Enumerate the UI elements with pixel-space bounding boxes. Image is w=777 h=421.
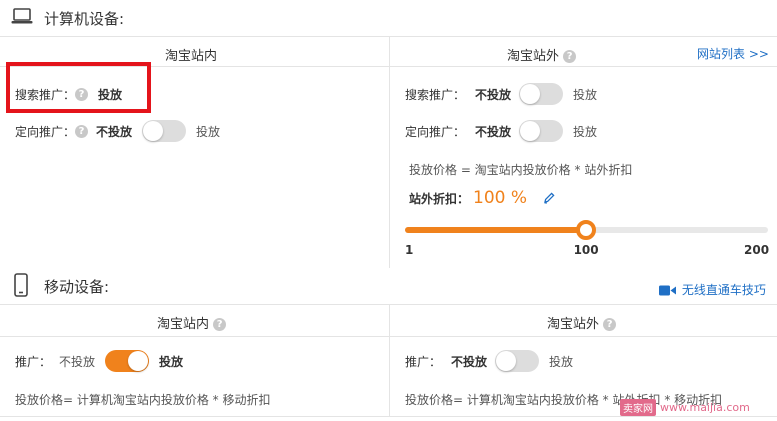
laptop-icon (11, 8, 33, 24)
site-list-link[interactable]: 网站列表 >> (697, 45, 769, 62)
help-icon[interactable]: ? (75, 124, 89, 138)
toggle-off-label: 不投放 (475, 87, 512, 102)
search-toggle[interactable] (519, 83, 564, 105)
help-icon[interactable]: ? (213, 318, 227, 331)
toggle-knob (128, 351, 149, 371)
toggle-on-label: 投放 (196, 124, 221, 139)
discount-slider-handle[interactable] (575, 220, 596, 240)
divider (0, 416, 777, 417)
promo-label: 推广： (405, 354, 442, 369)
targeting-promo-label: 定向推广： (15, 124, 76, 139)
pc-section-header: 计算机设备: (0, 0, 777, 36)
price-formula: 投放价格 = 淘宝站内投放价格 * 站外折扣 (409, 162, 633, 177)
toggle-off-label: 不投放 (59, 354, 96, 369)
toggle-knob (496, 351, 517, 371)
mobile-outside-toggle[interactable] (495, 350, 540, 372)
toggle-off-label: 不投放 (96, 124, 133, 139)
mobile-inside-title: 淘宝站内 ? (157, 313, 227, 332)
toggle-on-label: 投放 (549, 354, 574, 369)
discount-row: 站外折扣： 100 % (409, 185, 555, 211)
column-divider (389, 304, 390, 416)
price-formula-row: 投放价格 = 淘宝站内投放价格 * 站外折扣 (409, 157, 632, 181)
toggle-knob (143, 121, 164, 141)
toggle-on-label: 投放 (573, 87, 598, 102)
highlight-box (6, 62, 151, 113)
targeting-toggle[interactable] (519, 120, 564, 142)
toggle-knob (520, 121, 541, 141)
video-camera-icon (659, 285, 676, 296)
toggle-on-label: 投放 (573, 124, 598, 139)
promo-label: 推广： (15, 354, 52, 369)
mobile-section-title: 移动设备: (44, 278, 110, 296)
targeting-toggle[interactable] (142, 120, 187, 142)
mobile-inside-toggle[interactable] (105, 350, 150, 372)
watermark: 卖家网 www.maijia.com (620, 399, 750, 416)
help-icon[interactable]: ? (563, 50, 577, 63)
targeting-promo-label: 定向推广： (405, 124, 466, 139)
help-icon[interactable]: ? (603, 318, 617, 331)
toggle-off-label: 不投放 (475, 124, 512, 139)
watermark-badge: 卖家网 (620, 399, 656, 416)
mobile-section-header: 移动设备: 无线直通车技巧 (0, 268, 777, 304)
pc-inside-targeting-row: 定向推广： ? 不投放 投放 (15, 119, 220, 143)
toggle-on-label: 投放 (159, 354, 184, 369)
tips-link-label: 无线直通车技巧 (681, 283, 766, 297)
discount-value: 100 % (473, 188, 528, 208)
price-formula: 投放价格= 计算机淘宝站内投放价格 * 移动折扣 (15, 392, 271, 407)
slider-min-label: 1 (405, 243, 414, 257)
watermark-url: www.maijia.com (660, 401, 750, 414)
mobile-inside-formula-row: 投放价格= 计算机淘宝站内投放价格 * 移动折扣 (15, 387, 271, 411)
pc-section-title: 计算机设备: (44, 10, 125, 28)
mobile-inside-promo-row: 推广： 不投放 投放 (15, 349, 183, 373)
pencil-icon[interactable] (543, 192, 555, 204)
mobile-outside-title: 淘宝站外 ? (547, 313, 617, 332)
mobile-tips-link[interactable]: 无线直通车技巧 (659, 281, 766, 298)
column-divider (389, 36, 390, 268)
pc-inside-title: 淘宝站内 (165, 49, 218, 64)
search-promo-label: 搜索推广： (405, 87, 466, 102)
pc-outside-search-row: 搜索推广： 不投放 投放 (405, 82, 597, 106)
toggle-off-label: 不投放 (451, 354, 488, 369)
toggle-knob (520, 84, 541, 104)
slider-max-label: 200 (744, 243, 770, 257)
slider-value-label: 100 (573, 243, 599, 257)
discount-slider-fill (405, 227, 586, 233)
mobile-phone-icon (14, 273, 28, 297)
mobile-outside-promo-row: 推广： 不投放 投放 (405, 349, 573, 373)
discount-label: 站外折扣： (409, 191, 470, 206)
pc-outside-title: 淘宝站外 ? (507, 45, 577, 64)
pc-outside-targeting-row: 定向推广： 不投放 投放 (405, 119, 597, 143)
